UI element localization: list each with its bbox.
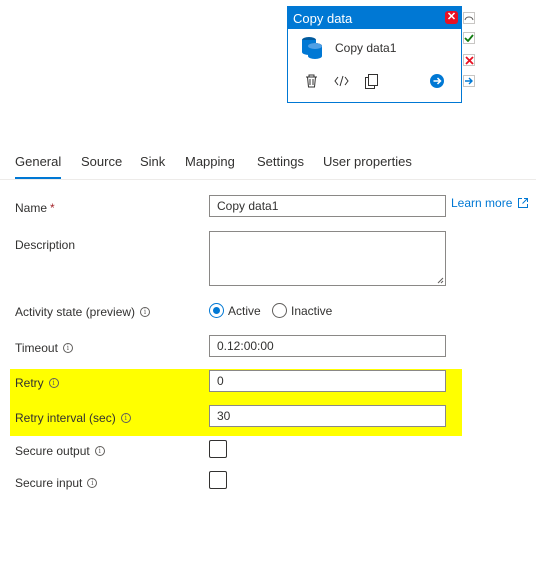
skipped-connector-icon[interactable]: [463, 12, 475, 24]
info-icon[interactable]: i: [140, 307, 151, 317]
tab-settings[interactable]: Settings: [257, 154, 304, 179]
secure-input-checkbox[interactable]: [209, 471, 227, 489]
retry-interval-label: Retry interval (sec) i: [15, 411, 131, 425]
retry-interval-input[interactable]: 30: [209, 405, 446, 427]
failure-connector-icon[interactable]: [463, 54, 475, 66]
timeout-input[interactable]: 0.12:00:00: [209, 335, 446, 357]
success-connector-icon[interactable]: [463, 32, 475, 44]
active-radio[interactable]: [209, 303, 224, 318]
secure-output-label: Secure output i: [15, 444, 105, 458]
secure-input-label: Secure input i: [15, 476, 98, 490]
card-toolbar: [288, 67, 461, 95]
info-icon[interactable]: i: [62, 343, 73, 353]
close-icon[interactable]: ✕: [445, 11, 458, 24]
description-label: Description: [15, 238, 75, 252]
card-title: Copy data: [293, 10, 353, 26]
completion-connector-icon[interactable]: [463, 75, 475, 87]
retry-input[interactable]: 0: [209, 370, 446, 392]
copy-icon[interactable]: [364, 73, 379, 89]
inactive-radio[interactable]: [272, 303, 287, 318]
copy-data-icon: [302, 37, 322, 59]
info-icon[interactable]: i: [120, 413, 131, 423]
card-activity-name: Copy data1: [335, 41, 397, 55]
secure-output-checkbox[interactable]: [209, 440, 227, 458]
tab-mapping[interactable]: Mapping: [185, 154, 235, 179]
inactive-radio-label[interactable]: Inactive: [291, 304, 332, 318]
secure-output-label-text: Secure output: [15, 444, 90, 458]
retry-label: Retry i: [15, 376, 59, 390]
info-icon[interactable]: i: [87, 478, 98, 488]
activity-state-label-text: Activity state (preview): [15, 305, 136, 319]
learn-more-link[interactable]: Learn more: [451, 196, 529, 210]
arrow-right-icon[interactable]: [430, 74, 444, 88]
learn-more-text[interactable]: Learn more: [451, 196, 512, 210]
tab-user-properties[interactable]: User properties: [323, 154, 412, 179]
info-icon[interactable]: i: [94, 446, 105, 456]
description-input[interactable]: [209, 231, 446, 286]
name-label-text: Name: [15, 201, 48, 215]
name-label: Name *: [15, 201, 55, 215]
secure-input-label-text: Secure input: [15, 476, 83, 490]
external-link-icon: [518, 198, 529, 208]
name-input[interactable]: Copy data1: [209, 195, 446, 217]
tab-sink[interactable]: Sink: [140, 154, 165, 179]
code-icon[interactable]: [334, 74, 349, 89]
copy-data-activity-card[interactable]: Copy data ✕ Copy data1: [287, 6, 462, 103]
retry-label-text: Retry: [15, 376, 44, 390]
tab-general[interactable]: General: [15, 154, 62, 179]
description-label-text: Description: [15, 238, 76, 252]
info-icon[interactable]: i: [48, 378, 59, 388]
tab-source[interactable]: Source: [81, 154, 122, 179]
timeout-label-text: Timeout: [15, 341, 58, 355]
timeout-label: Timeout i: [15, 341, 73, 355]
properties-tabs: General Source Sink Mapping Settings Use…: [0, 152, 536, 180]
card-header: Copy data ✕: [288, 7, 461, 29]
resize-grip-icon[interactable]: [437, 277, 444, 284]
active-radio-label[interactable]: Active: [228, 304, 261, 318]
required-marker: *: [50, 201, 55, 215]
delete-icon[interactable]: [304, 74, 319, 89]
card-body: Copy data1: [288, 29, 461, 67]
activity-state-label: Activity state (preview) i: [15, 305, 151, 319]
retry-interval-label-text: Retry interval (sec): [15, 411, 116, 425]
